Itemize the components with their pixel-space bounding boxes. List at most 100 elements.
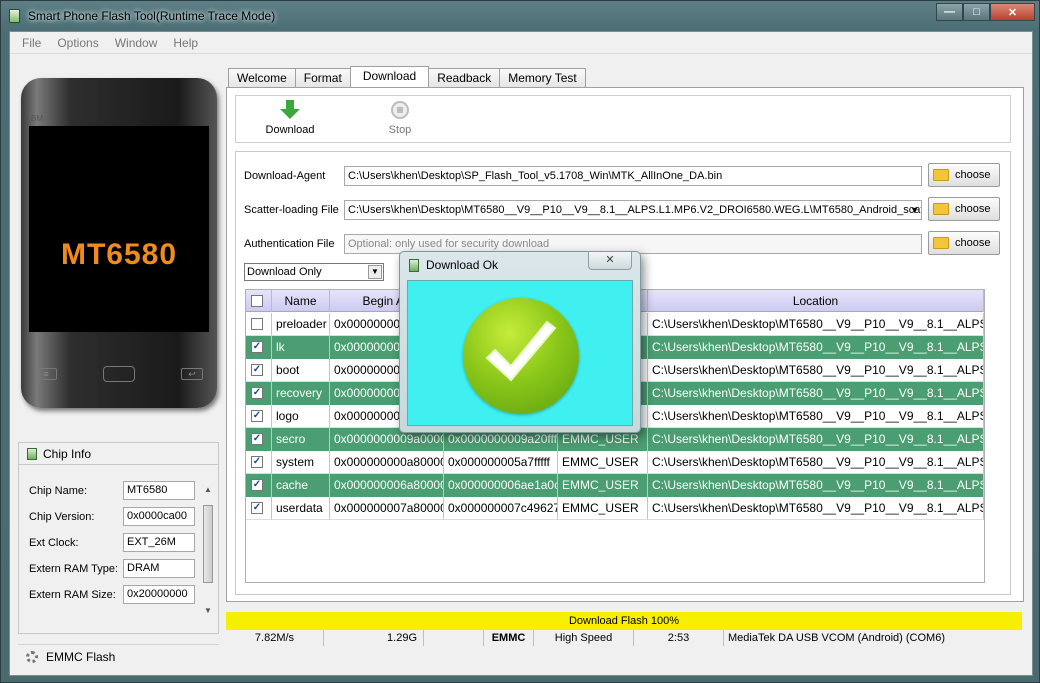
status-usb-speed: High Speed <box>534 630 634 646</box>
tab-readback[interactable]: Readback <box>428 68 501 88</box>
table-row[interactable]: ✓ cache 0x000000006a800000 0x000000006ae1a0… <box>246 474 984 497</box>
menu-window[interactable]: Window <box>107 36 166 50</box>
chip-name-value[interactable]: MT6580 <box>123 481 195 500</box>
cell-region: EMMC_USER <box>558 451 648 474</box>
stop-button[interactable]: Stop <box>370 100 430 136</box>
cell-name: secro <box>272 428 330 451</box>
menu-file[interactable]: File <box>14 36 49 50</box>
phone-brand: BM <box>31 114 43 123</box>
ram-type-value[interactable]: DRAM <box>123 559 195 578</box>
row-checkbox[interactable] <box>251 318 263 330</box>
close-button[interactable]: ✕ <box>990 3 1035 21</box>
tab-download[interactable]: Download <box>349 66 430 88</box>
menu-help[interactable]: Help <box>165 36 206 50</box>
download-agent-field[interactable]: C:\Users\khen\Desktop\SP_Flash_Tool_v5.1… <box>344 166 922 186</box>
download-ok-dialog: Download Ok ✕ <box>399 251 641 433</box>
gear-icon <box>26 650 38 663</box>
choose-label: choose <box>955 237 991 249</box>
folder-icon <box>933 237 949 249</box>
download-mode-value: Download Only <box>247 266 322 278</box>
chip-version-value[interactable]: 0x0000ca00 <box>123 507 195 526</box>
scroll-up-icon[interactable]: ▲ <box>204 485 212 494</box>
cell-location: C:\Users\khen\Desktop\MT6580__V9__P10__V… <box>648 313 984 336</box>
cell-begin-address: 0x000000007a800000 <box>330 497 444 520</box>
ram-size-value[interactable]: 0x20000000 <box>123 585 195 604</box>
chip-info-title: Chip Info <box>43 446 92 461</box>
dialog-title: Download Ok <box>426 258 499 272</box>
chip-version-label: Chip Version: <box>29 510 95 523</box>
cell-location: C:\Users\khen\Desktop\MT6580__V9__P10__V… <box>648 428 984 451</box>
cell-name: userdata <box>272 497 330 520</box>
green-check-icon <box>463 298 579 414</box>
row-checkbox[interactable]: ✓ <box>251 479 263 491</box>
dialog-close-button[interactable]: ✕ <box>588 252 632 270</box>
cell-location: C:\Users\khen\Desktop\MT6580__V9__P10__V… <box>648 359 984 382</box>
scroll-thumb[interactable] <box>203 505 213 583</box>
choose-auth-button[interactable]: choose <box>928 231 1000 255</box>
cell-name: cache <box>272 474 330 497</box>
phone-chip-label: MT6580 <box>60 238 178 271</box>
chip-name-label: Chip Name: <box>29 484 88 497</box>
cell-location: C:\Users\khen\Desktop\MT6580__V9__P10__V… <box>648 474 984 497</box>
cell-location: C:\Users\khen\Desktop\MT6580__V9__P10__V… <box>648 451 984 474</box>
status-speed: 7.82M/s <box>226 630 324 646</box>
row-checkbox[interactable]: ✓ <box>251 410 263 422</box>
cell-name: lk <box>272 336 330 359</box>
minimize-button[interactable]: — <box>936 3 963 21</box>
cell-begin-address: 0x000000000a800000 <box>330 451 444 474</box>
download-button-label: Download <box>265 124 315 136</box>
folder-icon <box>933 203 949 215</box>
row-checkbox[interactable]: ✓ <box>251 502 263 514</box>
title-bar[interactable]: Smart Phone Flash Tool(Runtime Trace Mod… <box>1 1 1039 31</box>
emmc-flash-item[interactable]: EMMC Flash <box>18 644 219 668</box>
chevron-down-icon[interactable]: ▼ <box>368 265 382 279</box>
home-key-icon <box>103 366 135 382</box>
download-agent-label: Download-Agent <box>244 170 326 182</box>
cell-checkbox: ✓ <box>246 474 272 497</box>
menu-bar: File Options Window Help <box>10 32 1032 54</box>
download-button[interactable]: Download <box>260 100 320 136</box>
emmc-flash-label: EMMC Flash <box>46 649 116 664</box>
download-mode-select[interactable]: Download Only ▼ <box>244 263 384 281</box>
folder-icon <box>933 169 949 181</box>
tab-welcome[interactable]: Welcome <box>228 68 296 88</box>
col-location[interactable]: Location <box>648 290 984 312</box>
chip-info-icon <box>27 447 37 460</box>
window-title: Smart Phone Flash Tool(Runtime Trace Mod… <box>28 9 276 23</box>
cell-name: boot <box>272 359 330 382</box>
col-name[interactable]: Name <box>272 290 330 312</box>
cell-checkbox: ✓ <box>246 405 272 428</box>
status-port: MediaTek DA USB VCOM (Android) (COM6) <box>728 632 945 644</box>
scatter-field[interactable]: C:\Users\khen\Desktop\MT6580__V9__P10__V… <box>344 200 922 220</box>
row-checkbox[interactable]: ✓ <box>251 341 263 353</box>
choose-download-agent-button[interactable]: choose <box>928 163 1000 187</box>
cell-checkbox: ✓ <box>246 497 272 520</box>
chip-info-scrollbar[interactable]: ▲ ▼ <box>202 485 214 615</box>
row-checkbox[interactable]: ✓ <box>251 456 263 468</box>
choose-scatter-button[interactable]: choose <box>928 197 1000 221</box>
maximize-button[interactable]: □ <box>963 3 990 21</box>
row-checkbox[interactable]: ✓ <box>251 387 263 399</box>
chip-version-row: Chip Version: 0x0000ca00 <box>29 507 195 526</box>
status-size: 1.29G <box>324 630 424 646</box>
table-row[interactable]: ✓ system 0x000000000a800000 0x000000005a7ff… <box>246 451 984 474</box>
stop-button-label: Stop <box>388 124 412 136</box>
app-icon <box>9 9 20 23</box>
row-checkbox[interactable]: ✓ <box>251 364 263 376</box>
ext-clock-value[interactable]: EXT_26M <box>123 533 195 552</box>
scatter-row: Scatter-loading File C:\Users\khen\Deskt… <box>244 200 922 220</box>
row-checkbox[interactable]: ✓ <box>251 433 263 445</box>
table-row[interactable]: ✓ userdata 0x000000007a800000 0x000000007c4… <box>246 497 984 520</box>
cell-checkbox: ✓ <box>246 428 272 451</box>
tab-memory-test[interactable]: Memory Test <box>499 68 586 88</box>
chip-info-header[interactable]: Chip Info <box>19 443 218 465</box>
menu-options[interactable]: Options <box>49 36 106 50</box>
tab-format[interactable]: Format <box>294 68 351 88</box>
select-all-checkbox[interactable] <box>251 295 263 307</box>
ext-clock-row: Ext Clock: EXT_26M <box>29 533 195 552</box>
menu-key-icon: ≡ <box>35 368 57 380</box>
cell-location: C:\Users\khen\Desktop\MT6580__V9__P10__V… <box>648 382 984 405</box>
dropdown-arrow-icon[interactable]: ▼ <box>910 201 919 219</box>
scroll-down-icon[interactable]: ▼ <box>204 606 212 615</box>
auth-label: Authentication File <box>244 238 335 250</box>
